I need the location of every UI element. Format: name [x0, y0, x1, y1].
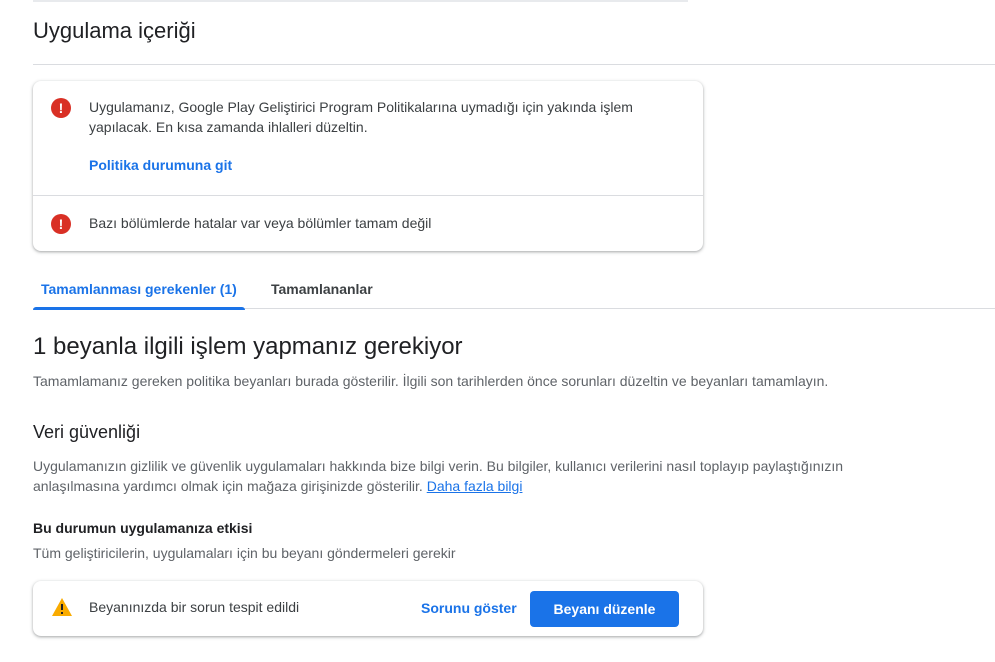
warning-icon: [52, 598, 72, 616]
top-divider: [33, 0, 688, 2]
policy-alert: ! Uygulamanız, Google Play Geliştirici P…: [33, 81, 703, 195]
section-heading: 1 beyanla ilgili işlem yapmanız gerekiyo…: [33, 333, 463, 360]
issue-text: Beyanınızda bir sorun tespit edildi: [89, 599, 300, 615]
header-divider: [33, 64, 995, 65]
data-safety-title: Veri güvenliği: [33, 422, 141, 442]
error-icon: !: [51, 214, 71, 234]
issue-card: Beyanınızda bir sorun tespit edildi Soru…: [33, 581, 703, 636]
edit-declaration-button[interactable]: Beyanı düzenle: [530, 591, 679, 627]
impact-title: Bu durumun uygulamanıza etkisi: [33, 520, 253, 536]
data-safety-description: Uygulamanızın gizlilik ve güvenlik uygul…: [33, 456, 913, 496]
tab-to-complete[interactable]: Tamamlanması gerekenler (1): [33, 270, 245, 310]
policy-status-link[interactable]: Politika durumuna git: [89, 157, 232, 173]
tab-label: Tamamlananlar: [271, 281, 373, 297]
tab-label: Tamamlanması gerekenler (1): [41, 281, 237, 297]
app-content-page: Uygulama içeriği ! Uygulamanız, Google P…: [0, 0, 995, 662]
impact-description: Tüm geliştiricilerin, uygulamaları için …: [33, 545, 456, 561]
sections-alert-text: Bazı bölümlerde hatalar var veya bölümle…: [89, 215, 432, 231]
active-tab-indicator: [33, 307, 245, 310]
tab-bar: Tamamlanması gerekenler (1) Tamamlananla…: [33, 270, 995, 310]
learn-more-link[interactable]: Daha fazla bilgi: [427, 478, 523, 494]
show-issue-button[interactable]: Sorunu göster: [421, 600, 517, 616]
sections-alert: ! Bazı bölümlerde hatalar var veya bölüm…: [33, 196, 703, 251]
section-description: Tamamlamanız gereken politika beyanları …: [33, 373, 829, 389]
tab-completed[interactable]: Tamamlananlar: [263, 270, 381, 308]
page-title: Uygulama içeriği: [33, 18, 196, 43]
policy-alert-text: Uygulamanız, Google Play Geliştirici Pro…: [89, 99, 633, 135]
alerts-card: ! Uygulamanız, Google Play Geliştirici P…: [33, 81, 703, 251]
error-icon: !: [51, 98, 71, 118]
